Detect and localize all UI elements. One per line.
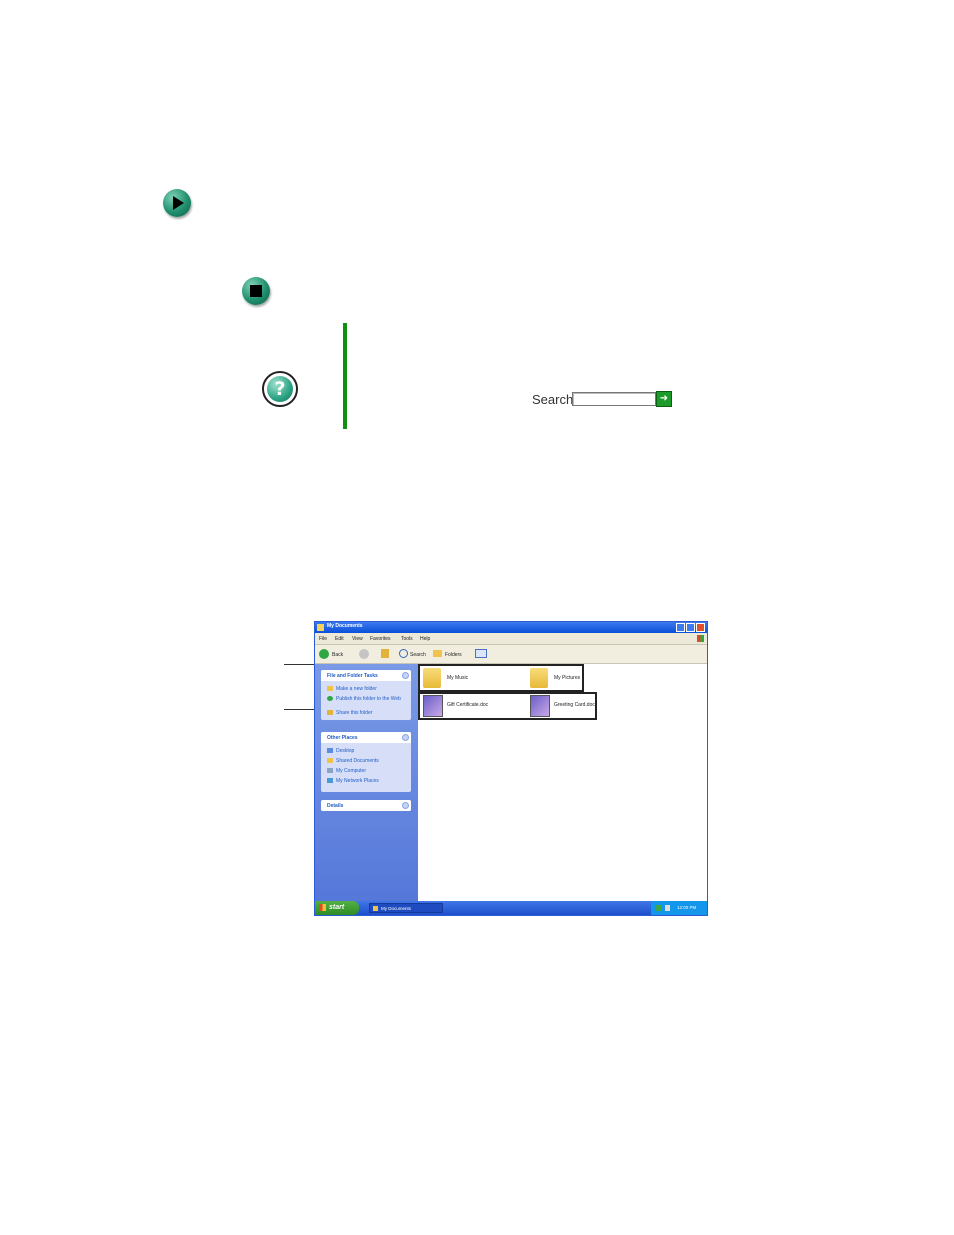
place-link[interactable]: My Computer [327,768,366,774]
my-documents-window: My Documents File Edit View Favorites To… [314,621,708,916]
system-tray: 12:00 PM [651,901,707,915]
maximize-button[interactable] [686,623,695,632]
folder-icon [327,758,333,764]
toolbar: Back Search Folders [315,645,707,664]
clock: 12:00 PM [677,905,697,910]
search-icon[interactable] [399,649,408,658]
share-folder-icon [327,710,333,716]
window-title: My Documents [327,623,363,629]
arrow-right-icon[interactable]: ➜ [656,391,672,407]
taskbar-item[interactable]: My Documents [369,903,443,913]
task-link[interactable]: Publish this folder to the Web [327,696,401,702]
menu-file[interactable]: File [319,636,327,642]
taskbar: start My Documents 12:00 PM [315,901,707,915]
menu-edit[interactable]: Edit [335,636,344,642]
folder-icon [373,906,378,911]
network-icon [327,778,333,784]
start-button[interactable]: start [315,901,359,915]
other-places-panel: Other Places Desktop Shared Documents My… [321,732,411,792]
back-arrow-icon[interactable] [319,649,329,659]
task-pane: File and Folder Tasks Make a new folder … [315,664,418,903]
up-folder-icon[interactable] [381,649,389,658]
window-title-bar: My Documents [315,622,707,633]
panel-header[interactable]: Other Places [321,732,411,743]
menu-tools[interactable]: Tools [401,636,413,642]
folder-icon [317,624,324,631]
place-link[interactable]: My Network Places [327,778,379,784]
task-link[interactable]: Share this folder [327,710,372,716]
panel-header[interactable]: File and Folder Tasks [321,670,411,681]
task-link[interactable]: Make a new folder [327,686,377,692]
windows-flag-icon [319,904,326,911]
forward-arrow-icon[interactable] [359,649,369,659]
folders-icon[interactable] [433,650,442,657]
collapse-chevron-icon[interactable] [402,672,409,679]
search-button-label[interactable]: Search [410,652,426,658]
menu-favorites[interactable]: Favorites [370,636,391,642]
files-callout-box [418,692,597,720]
place-link[interactable]: Shared Documents [327,758,379,764]
folders-button-label[interactable]: Folders [445,652,462,658]
help-sidebar-rule [343,323,347,429]
help-question-icon: ? [262,371,298,407]
play-arrow-icon [163,189,191,217]
file-list-area: My Music My Pictures Gift Certificate.do… [418,664,707,903]
back-button-label[interactable]: Back [332,652,343,658]
views-icon[interactable] [475,649,487,658]
panel-header[interactable]: Details [321,800,411,811]
place-link[interactable]: Desktop [327,748,354,754]
volume-tray-icon[interactable] [665,905,670,911]
search-label: Search [532,392,574,407]
menu-bar: File Edit View Favorites Tools Help [315,633,707,645]
details-panel: Details [321,800,411,811]
new-folder-icon [327,686,333,692]
network-tray-icon[interactable] [656,905,662,911]
desktop-icon [327,748,333,754]
menu-view[interactable]: View [352,636,363,642]
minimize-button[interactable] [676,623,685,632]
collapse-chevron-icon[interactable] [402,734,409,741]
stop-icon [242,277,270,305]
file-folder-tasks-panel: File and Folder Tasks Make a new folder … [321,670,411,720]
search-input[interactable] [572,392,656,406]
close-button[interactable] [696,623,705,632]
computer-icon [327,768,333,774]
folders-callout-box [418,664,584,692]
windows-logo-icon [697,635,704,642]
expand-chevron-icon[interactable] [402,802,409,809]
menu-help[interactable]: Help [420,636,430,642]
globe-icon [327,696,333,702]
